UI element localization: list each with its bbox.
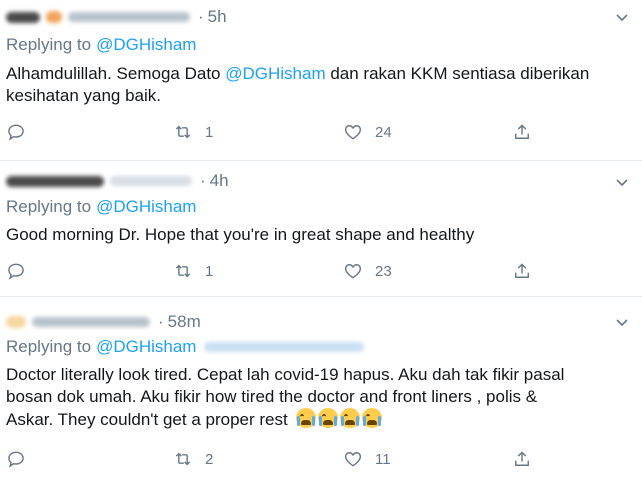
header-separator: · xyxy=(200,171,206,190)
heart-icon xyxy=(344,452,362,467)
author-emoji-redacted xyxy=(46,11,62,23)
like-count: 24 xyxy=(375,123,392,141)
author-handle-redacted xyxy=(110,176,192,186)
retweet-button[interactable]: 2 xyxy=(173,447,213,471)
additional-mentions-redacted xyxy=(204,342,365,352)
tweet-timestamp[interactable]: 5h xyxy=(208,7,227,27)
tweet-1[interactable]: · 5h Replying to @DGHisham Alhamdulillah… xyxy=(0,0,642,158)
chevron-down-icon[interactable] xyxy=(614,9,630,25)
retweet-button[interactable]: 1 xyxy=(173,259,213,283)
tweet-text-segment: Askar. They couldn't get a proper rest xyxy=(6,410,288,429)
author-name-redacted xyxy=(6,175,104,187)
reply-button[interactable] xyxy=(6,259,26,283)
retweet-count: 1 xyxy=(205,262,214,280)
reply-icon xyxy=(8,451,24,468)
retweet-button[interactable]: 1 xyxy=(173,120,213,144)
author-handle-redacted xyxy=(32,317,150,327)
tweet-text-line-3: Askar. They couldn't get a proper rest xyxy=(6,408,564,431)
like-button[interactable]: 11 xyxy=(343,447,391,471)
tweet-text-line-1: Good morning Dr. Hope that you're in gre… xyxy=(6,225,475,244)
reply-button[interactable] xyxy=(6,120,26,144)
tweet-text-line-1: Doctor literally look tired. Cepat lah c… xyxy=(6,365,565,384)
replying-to-label: Replying to xyxy=(6,337,92,356)
share-icon xyxy=(515,263,529,278)
like-button[interactable]: 23 xyxy=(343,259,392,283)
chevron-down-icon[interactable] xyxy=(614,314,630,330)
retweet-count: 1 xyxy=(205,123,214,141)
tweet-text-line-2: kesihatan yang baik. xyxy=(6,86,161,105)
replying-to-mention[interactable]: @DGHisham xyxy=(96,197,196,217)
like-count: 23 xyxy=(375,262,392,280)
tweet-3[interactable]: · 58m Replying to @DGHisham Doctor liter… xyxy=(0,297,642,483)
tweet-text-segment: Alhamdulillah. Semoga Dato xyxy=(6,64,226,83)
share-icon xyxy=(515,124,529,139)
replying-to-label: Replying to xyxy=(6,197,92,216)
tweet-header: · 5h xyxy=(6,5,227,29)
header-separator: · xyxy=(198,7,204,26)
tweet-actions: 2 11 xyxy=(0,447,642,471)
replying-to-label: Replying to xyxy=(6,35,92,54)
reply-icon xyxy=(8,124,24,141)
loudly-crying-face-icon xyxy=(318,408,339,428)
heart-icon xyxy=(344,264,362,279)
retweet-count: 2 xyxy=(205,450,214,468)
tweet-actions: 1 24 xyxy=(0,120,642,144)
tweet-text-line-1: Alhamdulillah. Semoga Dato @DGHisham dan… xyxy=(6,63,589,85)
share-icon xyxy=(515,451,529,466)
inline-mention[interactable]: @DGHisham xyxy=(225,64,325,83)
tweet-text: Alhamdulillah. Semoga Dato @DGHisham dan… xyxy=(6,63,589,107)
share-button[interactable] xyxy=(512,259,532,283)
loudly-crying-face-icon xyxy=(340,408,361,428)
reply-icon xyxy=(8,263,24,280)
tweet-timestamp[interactable]: 4h xyxy=(210,171,229,191)
replying-to-mention[interactable]: @DGHisham xyxy=(96,35,196,55)
reply-button[interactable] xyxy=(6,447,26,471)
tweet-text-segment: dan rakan KKM sentiasa diberikan xyxy=(325,64,590,83)
replying-to: Replying to @DGHisham xyxy=(6,197,196,217)
retweet-icon xyxy=(175,452,191,466)
tweet-text: Good morning Dr. Hope that you're in gre… xyxy=(6,224,474,246)
loudly-crying-face-icon xyxy=(296,408,317,428)
share-button[interactable] xyxy=(512,447,532,471)
retweet-icon xyxy=(175,264,191,278)
retweet-icon xyxy=(175,125,191,139)
chevron-down-icon[interactable] xyxy=(614,174,630,190)
replying-to: Replying to @DGHisham xyxy=(6,337,370,357)
share-button[interactable] xyxy=(512,120,532,144)
tweet-actions: 1 23 xyxy=(0,259,642,283)
tweet-header: · 4h xyxy=(6,169,229,193)
loudly-crying-face-icon xyxy=(362,408,383,428)
author-handle-redacted xyxy=(68,12,190,22)
replying-to-mention[interactable]: @DGHisham xyxy=(96,337,196,357)
tweet-header: · 58m xyxy=(6,310,201,334)
like-button[interactable]: 24 xyxy=(343,120,392,144)
replying-to: Replying to @DGHisham xyxy=(6,35,196,55)
tweet-timestamp[interactable]: 58m xyxy=(168,312,201,332)
tweet-text-line-2: bosan dok umah. Aku fikir how tired the … xyxy=(6,387,538,406)
like-count: 11 xyxy=(375,450,391,468)
header-separator: · xyxy=(158,312,164,331)
tweet-2[interactable]: · 4h Replying to @DGHisham Good morning … xyxy=(0,161,642,294)
heart-icon xyxy=(344,125,362,140)
author-name-redacted xyxy=(6,11,40,23)
author-emoji-redacted xyxy=(6,316,26,328)
tweet-text: Doctor literally look tired. Cepat lah c… xyxy=(6,364,564,431)
